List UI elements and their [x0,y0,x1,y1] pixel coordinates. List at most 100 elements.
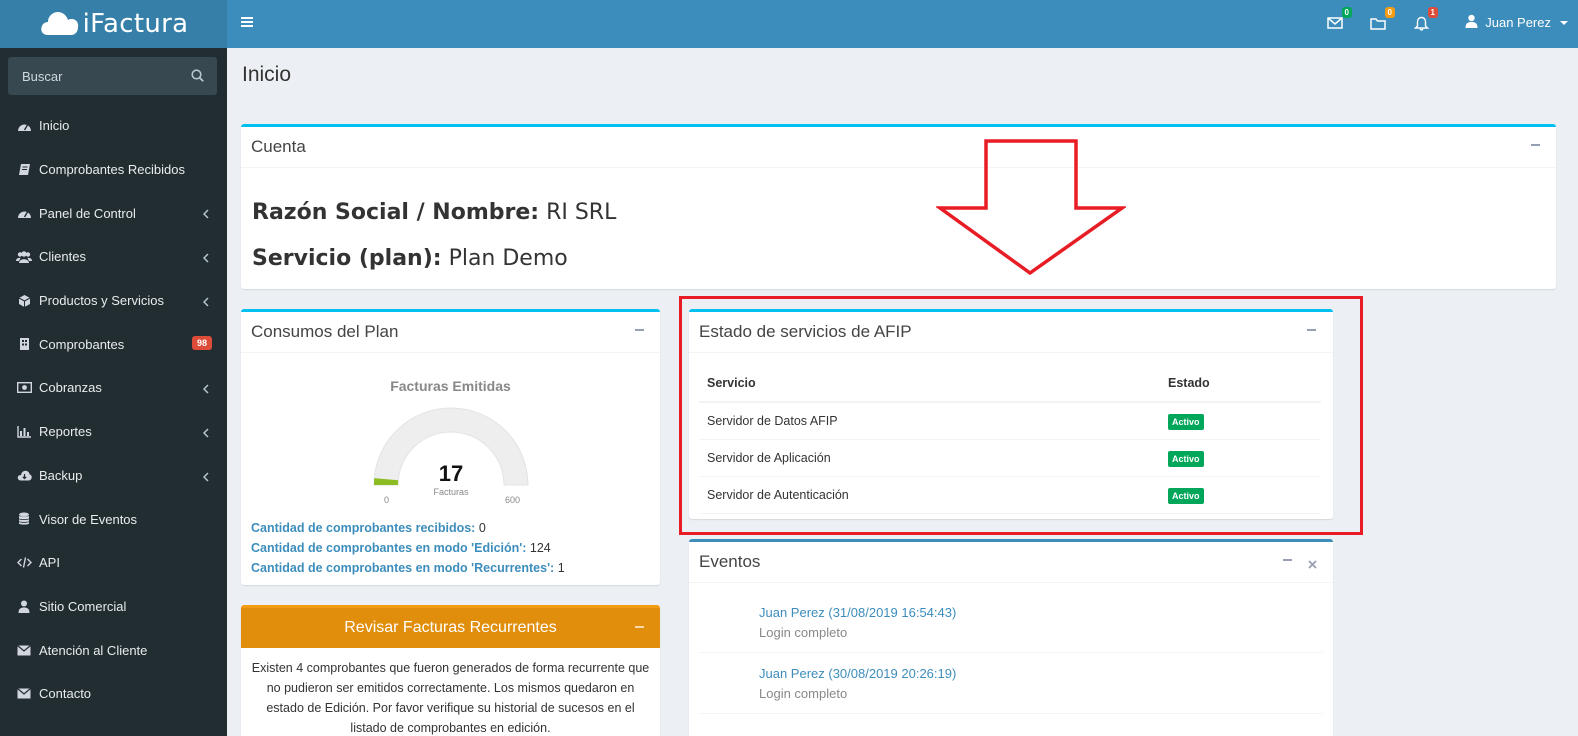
sidebar-item-panel-de-control[interactable]: Panel de Control [0,191,227,235]
collapse-icon[interactable] [1531,144,1540,146]
chevron-left-icon [202,382,209,397]
recurrentes-title: Revisar Facturas Recurrentes [344,619,557,636]
sidebar-item-label: Inicio [39,118,70,134]
estado-cell: Activo [1160,402,1321,440]
cloud-icon [39,10,79,39]
event-divider [699,652,1323,653]
user-name: Juan Perez [1485,15,1551,30]
table-row: Servidor de Datos AFIP Activo [699,402,1321,440]
sidebar-item-productos-y-servicios[interactable]: Productos y Servicios [0,279,227,323]
afip-status-box: Estado de servicios de AFIP Servicio Est… [689,309,1333,519]
collapse-icon[interactable] [1283,559,1292,561]
sidebar-item-label: Backup [39,467,83,483]
event-user-link[interactable]: Juan Perez (30/08/2019 20:26:19) [759,666,956,681]
gauge-max-label: 600 [505,495,521,505]
sidebar-item-atencion-al-cliente[interactable]: Atención al Cliente [0,628,227,672]
recurrentes-message: Existen 4 comprobantes que fueron genera… [251,661,650,735]
sidebar-item-cobranzas[interactable]: Cobranzas [0,366,227,410]
messages-count-badge: 0 [1341,7,1352,18]
status-badge: Activo [1168,487,1204,504]
user-menu[interactable]: Juan Perez [1465,14,1568,31]
brand-name: iFactura [82,9,189,39]
dashboard-icon [16,119,32,133]
user-icon [1465,14,1478,31]
envelope-icon [16,643,32,657]
sidebar-item-label: Atención al Cliente [39,642,148,658]
sidebar-item-label: Contacto [39,686,92,702]
sidebar-item-clientes[interactable]: Clientes [0,235,227,279]
chevron-left-icon [202,251,209,266]
gauge-unit: Facturas [433,487,469,497]
top-navbar: 0 0 1 Juan Perez [227,0,1578,48]
status-badge: Activo [1168,413,1204,430]
sidebar-item-label: API [39,555,60,571]
sidebar-item-label: Clientes [39,249,86,265]
stat-value: 124 [529,541,551,555]
envelope-icon [16,687,32,701]
razon-social-value: RI SRL [546,200,617,225]
collapse-icon[interactable] [635,626,644,628]
dashboard-icon [16,206,32,220]
stat-label[interactable]: Cantidad de comprobantes recibidos: [251,521,475,535]
envelope-icon[interactable]: 0 [1326,7,1352,32]
event-description: Login completo [759,625,848,640]
search-placeholder: Buscar [22,68,63,84]
stat-label[interactable]: Cantidad de comprobantes en modo 'Recurr… [251,561,554,575]
sidebar-item-sitio-comercial[interactable]: Sitio Comercial [0,585,227,629]
user-icon [16,599,32,613]
close-icon[interactable] [1308,554,1317,574]
sidebar-item-label: Productos y Servicios [39,293,164,309]
comprobantes-count-badge: 98 [191,336,212,351]
sidebar-item-api[interactable]: API [0,541,227,585]
box-title: Estado de servicios de AFIP [699,322,912,341]
collapse-icon[interactable] [635,329,644,331]
consumos-box: Consumos del Plan Facturas Emitidas 17 F… [241,309,660,585]
search-input[interactable]: Buscar [8,57,217,95]
table-header-row: Servicio Estado [699,364,1321,403]
bar-chart-icon [16,425,32,439]
sidebar-item-label: Visor de Eventos [39,511,138,527]
caret-down-icon [1560,20,1568,25]
page-title: Inicio [242,63,292,86]
status-badge: Activo [1168,450,1204,467]
sidebar-item-comprobantes-recibidos[interactable]: Comprobantes Recibidos [0,148,227,192]
sidebar-item-visor-de-eventos[interactable]: Visor de Eventos [0,497,227,541]
gauge-title: Facturas Emitidas [390,378,511,394]
stat-recibidos: Cantidad de comprobantes recibidos: 0 [251,521,486,535]
box-header: Cuenta [241,127,1556,168]
recurrentes-header: Revisar Facturas Recurrentes [241,605,660,648]
box-header: Estado de servicios de AFIP [689,312,1333,353]
chevron-left-icon [202,207,209,222]
sidebar-item-reportes[interactable]: Reportes [0,410,227,454]
cube-icon [16,294,32,308]
bell-icon[interactable]: 1 [1412,7,1438,32]
collapse-icon[interactable] [1307,329,1316,331]
column-header-servicio: Servicio [699,364,1160,403]
sidebar-item-label: Cobranzas [39,380,102,396]
chevron-left-icon [202,470,209,485]
hamburger-icon[interactable] [241,15,254,31]
stat-edicion: Cantidad de comprobantes en modo 'Edició… [251,541,551,555]
stat-label[interactable]: Cantidad de comprobantes en modo 'Edició… [251,541,526,555]
servicio-line: Servicio (plan): Plan Demo [252,246,568,271]
event-divider [699,713,1323,714]
event-user-link[interactable]: Juan Perez (31/08/2019 16:54:43) [759,605,956,620]
sidebar-item-contacto[interactable]: Contacto [0,672,227,716]
brand-logo[interactable]: iFactura [0,0,227,48]
sidebar-item-backup[interactable]: Backup [0,454,227,498]
notifications-count-badge: 1 [1427,7,1438,18]
search-icon[interactable] [191,69,204,85]
folder-icon[interactable]: 0 [1369,7,1395,32]
sidebar-item-comprobantes[interactable]: Comprobantes 98 [0,322,227,366]
sidebar-menu: Inicio Comprobantes Recibidos Panel de C… [0,104,227,716]
cuenta-box: Cuenta Razón Social / Nombre: RI SRL Ser… [241,124,1556,289]
box-title: Eventos [699,552,761,571]
box-title: Cuenta [251,137,306,156]
building-icon [16,337,32,351]
razon-social-label: Razón Social / Nombre: [252,200,540,225]
servicio-cell: Servidor de Autenticación [699,476,1160,514]
table-row: Servidor de Aplicación Activo [699,439,1321,477]
sidebar-item-inicio[interactable]: Inicio [0,104,227,148]
tasks-count-badge: 0 [1384,7,1395,18]
sidebar-item-label: Sitio Comercial [39,598,127,614]
